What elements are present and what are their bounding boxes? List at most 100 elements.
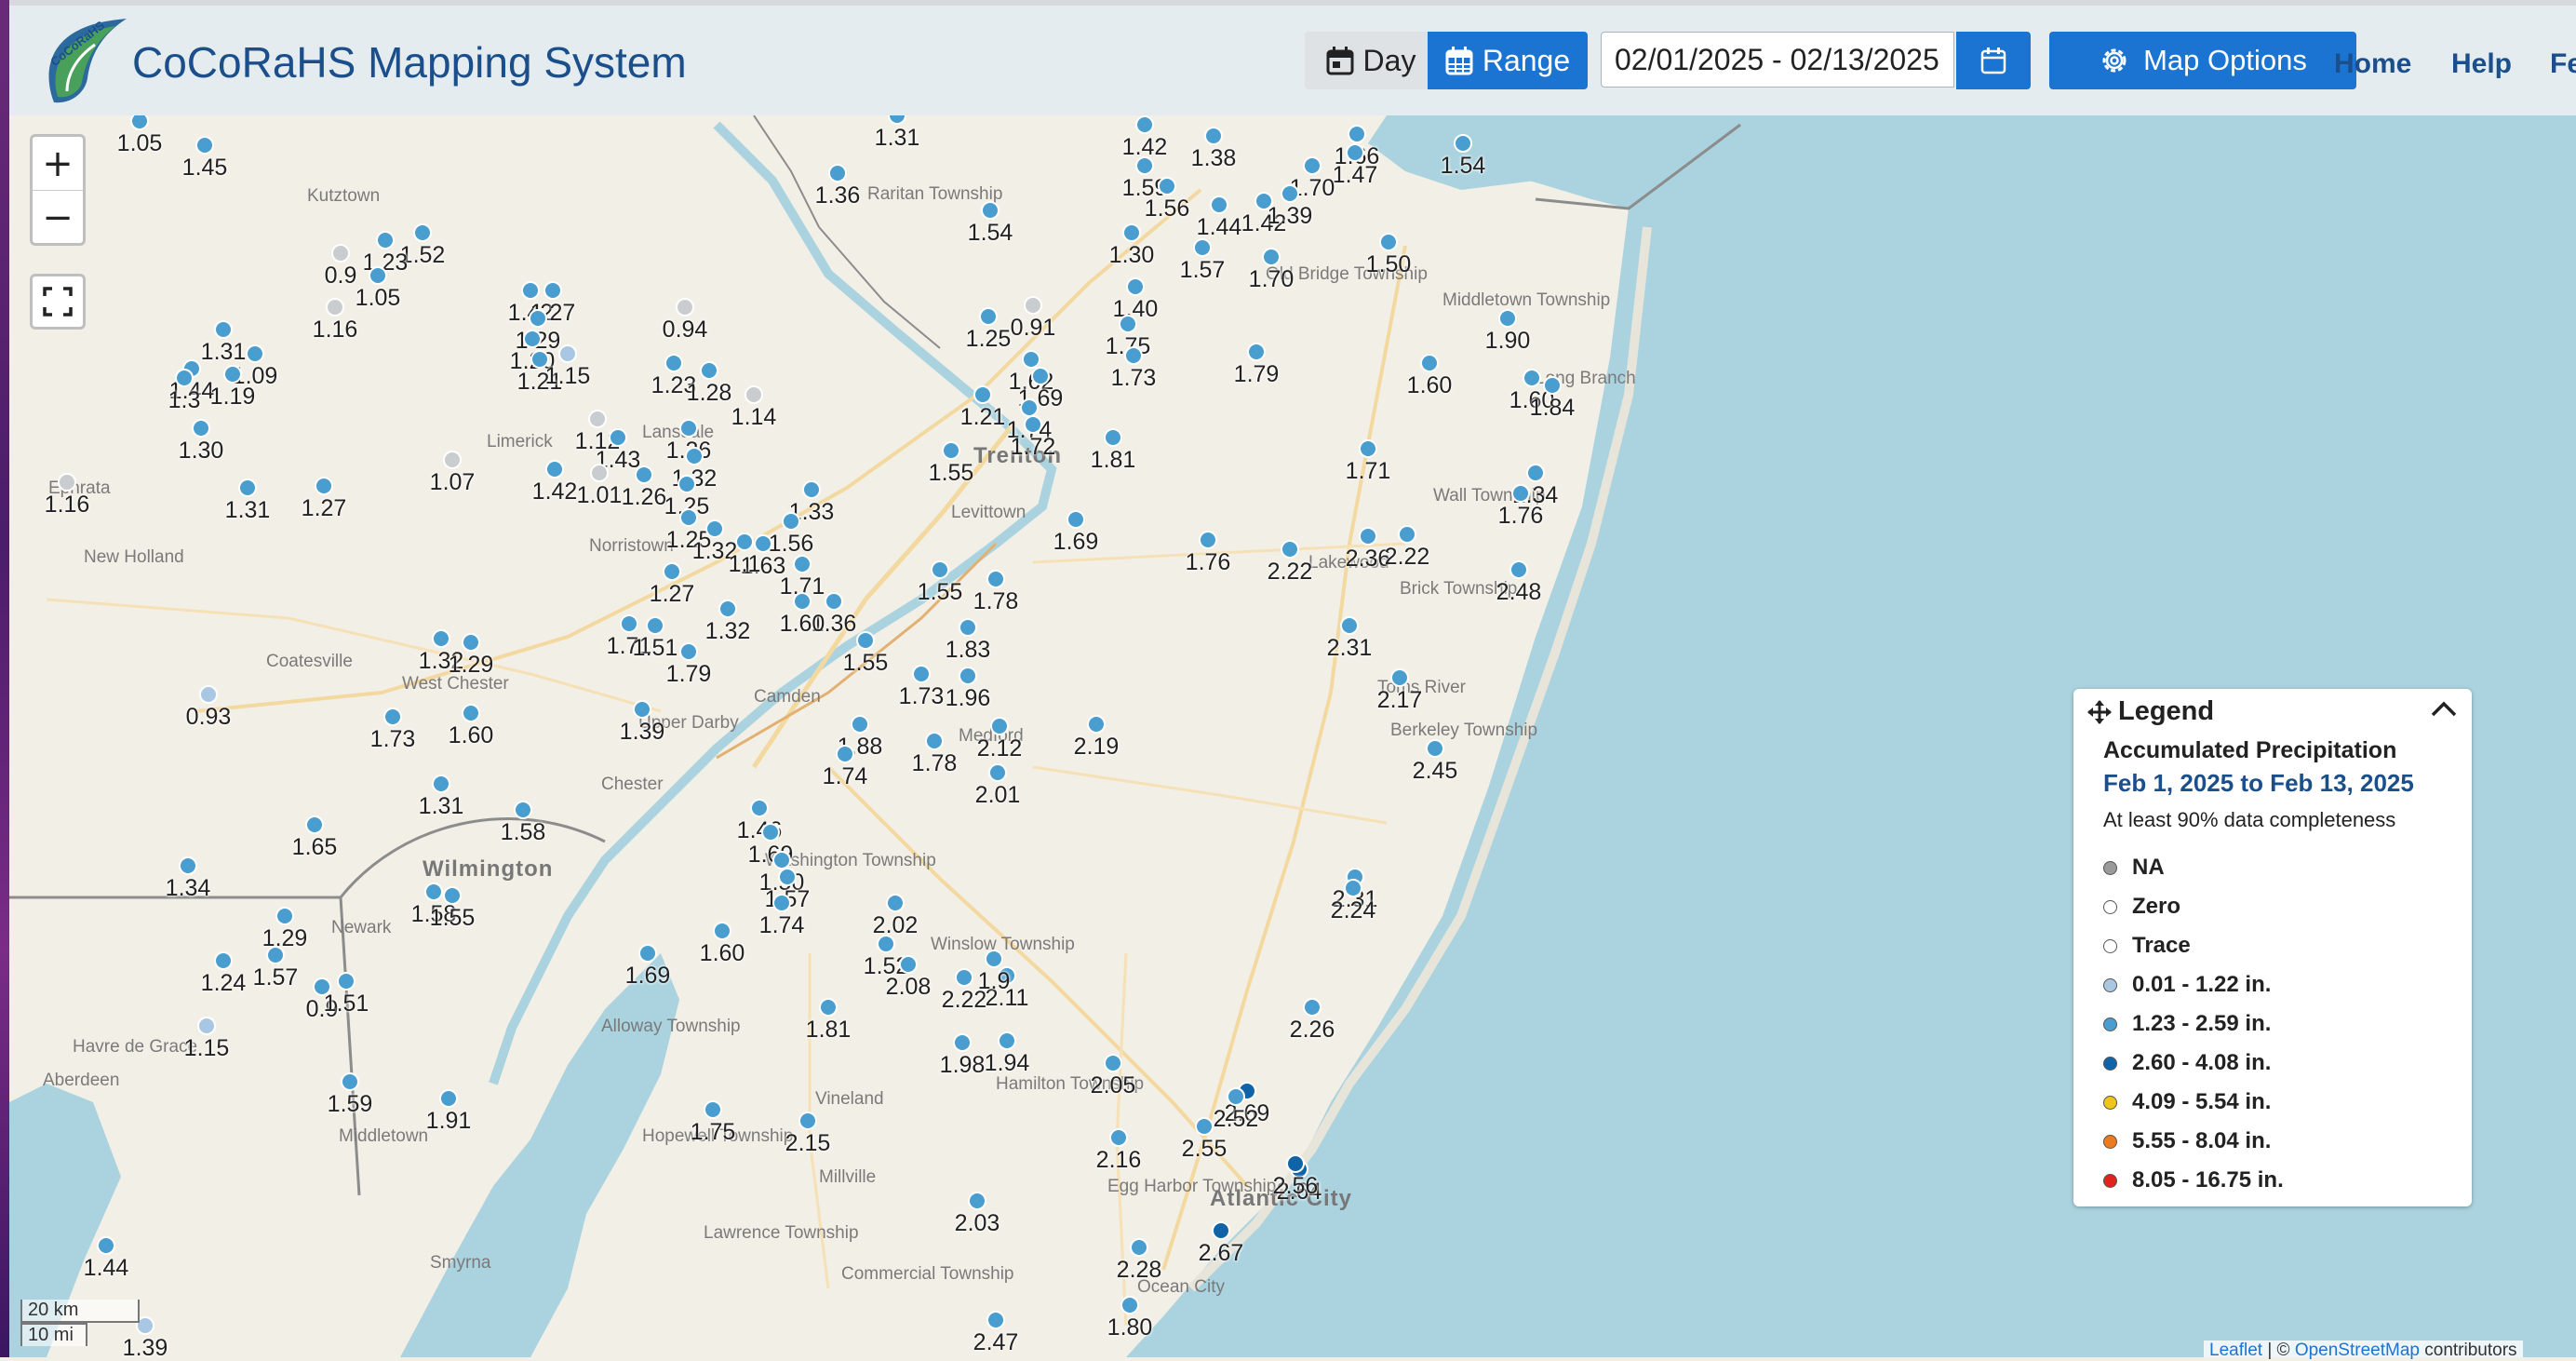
station-marker[interactable] bbox=[1087, 715, 1106, 734]
station-marker[interactable] bbox=[700, 361, 718, 380]
station-marker[interactable] bbox=[713, 922, 731, 940]
station-marker[interactable] bbox=[638, 944, 657, 963]
station-marker[interactable] bbox=[1543, 376, 1562, 395]
station-marker[interactable] bbox=[772, 851, 791, 869]
nav-help-link[interactable]: Help bbox=[2451, 48, 2512, 80]
nav-more-link[interactable]: Fe bbox=[2550, 48, 2576, 80]
station-marker[interactable] bbox=[798, 1112, 817, 1130]
station-marker[interactable] bbox=[1024, 296, 1042, 315]
station-marker[interactable] bbox=[383, 707, 402, 726]
station-marker[interactable] bbox=[819, 998, 838, 1017]
station-marker[interactable] bbox=[199, 685, 218, 704]
station-marker[interactable] bbox=[990, 717, 1009, 735]
calendar-picker-button[interactable] bbox=[1956, 32, 2031, 89]
station-marker[interactable] bbox=[735, 532, 754, 551]
station-marker[interactable] bbox=[1031, 367, 1050, 385]
station-marker[interactable] bbox=[543, 281, 562, 300]
station-marker[interactable] bbox=[959, 618, 977, 637]
station-marker[interactable] bbox=[1104, 428, 1122, 447]
station-marker[interactable] bbox=[376, 231, 395, 249]
station-marker[interactable] bbox=[1020, 398, 1039, 417]
station-marker[interactable] bbox=[192, 419, 210, 438]
station-marker[interactable] bbox=[1398, 525, 1416, 544]
station-marker[interactable] bbox=[315, 477, 333, 495]
station-marker[interactable] bbox=[523, 330, 542, 348]
station-marker[interactable] bbox=[761, 823, 780, 842]
station-marker[interactable] bbox=[679, 419, 698, 438]
station-marker[interactable] bbox=[1511, 484, 1530, 503]
station-marker[interactable] bbox=[1135, 115, 1154, 134]
station-marker[interactable] bbox=[955, 968, 973, 987]
station-marker[interactable] bbox=[676, 298, 694, 317]
station-marker[interactable] bbox=[664, 354, 683, 372]
station-marker[interactable] bbox=[979, 307, 998, 326]
station-marker[interactable] bbox=[931, 560, 949, 579]
station-marker[interactable] bbox=[1104, 1054, 1122, 1072]
station-marker[interactable] bbox=[793, 592, 812, 611]
station-marker[interactable] bbox=[886, 894, 905, 912]
station-marker[interactable] bbox=[793, 555, 812, 573]
station-marker[interactable] bbox=[197, 1017, 216, 1035]
date-range-input[interactable] bbox=[1601, 32, 1954, 88]
station-marker[interactable] bbox=[988, 763, 1007, 782]
station-marker[interactable] bbox=[1227, 1087, 1245, 1106]
station-marker[interactable] bbox=[825, 592, 843, 611]
station-marker[interactable] bbox=[985, 950, 1003, 968]
station-marker[interactable] bbox=[1390, 668, 1409, 687]
nav-home-link[interactable]: Home bbox=[2334, 48, 2411, 80]
station-marker[interactable] bbox=[1526, 464, 1545, 482]
station-marker[interactable] bbox=[912, 665, 931, 683]
station-marker[interactable] bbox=[1523, 369, 1541, 387]
station-marker[interactable] bbox=[856, 631, 875, 650]
station-marker[interactable] bbox=[685, 447, 704, 465]
zoom-in-button[interactable]: + bbox=[33, 137, 83, 191]
station-marker[interactable] bbox=[877, 935, 895, 953]
station-marker[interactable] bbox=[1124, 346, 1143, 365]
cocorahs-logo[interactable]: CoCoRaHS bbox=[35, 13, 136, 110]
station-marker[interactable] bbox=[1120, 1296, 1139, 1314]
station-marker[interactable] bbox=[1135, 156, 1154, 175]
station-marker[interactable] bbox=[214, 320, 233, 339]
station-marker[interactable] bbox=[754, 534, 772, 553]
station-marker[interactable] bbox=[986, 570, 1005, 588]
station-marker[interactable] bbox=[223, 365, 242, 384]
station-marker[interactable] bbox=[331, 244, 350, 263]
station-marker[interactable] bbox=[1067, 510, 1085, 529]
station-marker[interactable] bbox=[1195, 1117, 1214, 1136]
station-marker[interactable] bbox=[432, 629, 450, 648]
station-marker[interactable] bbox=[1109, 1128, 1128, 1147]
station-marker[interactable] bbox=[97, 1236, 115, 1255]
station-marker[interactable] bbox=[635, 465, 653, 484]
station-marker[interactable] bbox=[1024, 415, 1042, 434]
station-marker[interactable] bbox=[953, 1033, 972, 1052]
station-marker[interactable] bbox=[58, 473, 76, 492]
station-marker[interactable] bbox=[802, 480, 821, 499]
station-marker[interactable] bbox=[337, 972, 356, 990]
station-marker[interactable] bbox=[1379, 233, 1398, 251]
station-marker[interactable] bbox=[1119, 315, 1137, 333]
station-marker[interactable] bbox=[782, 512, 800, 531]
station-marker[interactable] bbox=[968, 1192, 986, 1210]
station-marker[interactable] bbox=[679, 508, 698, 527]
station-marker[interactable] bbox=[1303, 998, 1322, 1017]
station-marker[interactable] bbox=[1286, 1154, 1305, 1173]
station-marker[interactable] bbox=[1344, 879, 1362, 897]
station-marker[interactable] bbox=[1359, 527, 1377, 546]
station-marker[interactable] bbox=[1130, 1238, 1148, 1257]
station-marker[interactable] bbox=[266, 946, 285, 964]
station-marker[interactable] bbox=[214, 951, 233, 970]
station-marker[interactable] bbox=[663, 562, 681, 581]
station-marker[interactable] bbox=[959, 667, 977, 685]
station-marker[interactable] bbox=[326, 298, 344, 317]
station-marker[interactable] bbox=[981, 201, 1000, 220]
station-marker[interactable] bbox=[942, 441, 960, 460]
station-marker[interactable] bbox=[1212, 1221, 1230, 1240]
station-marker[interactable] bbox=[1498, 309, 1517, 328]
station-marker[interactable] bbox=[432, 775, 450, 793]
station-marker[interactable] bbox=[899, 955, 918, 974]
station-marker[interactable] bbox=[1126, 277, 1145, 296]
station-marker[interactable] bbox=[588, 410, 607, 428]
station-marker[interactable] bbox=[1158, 177, 1176, 195]
station-marker[interactable] bbox=[246, 344, 264, 363]
collapse-chevron-icon[interactable] bbox=[2429, 698, 2459, 721]
